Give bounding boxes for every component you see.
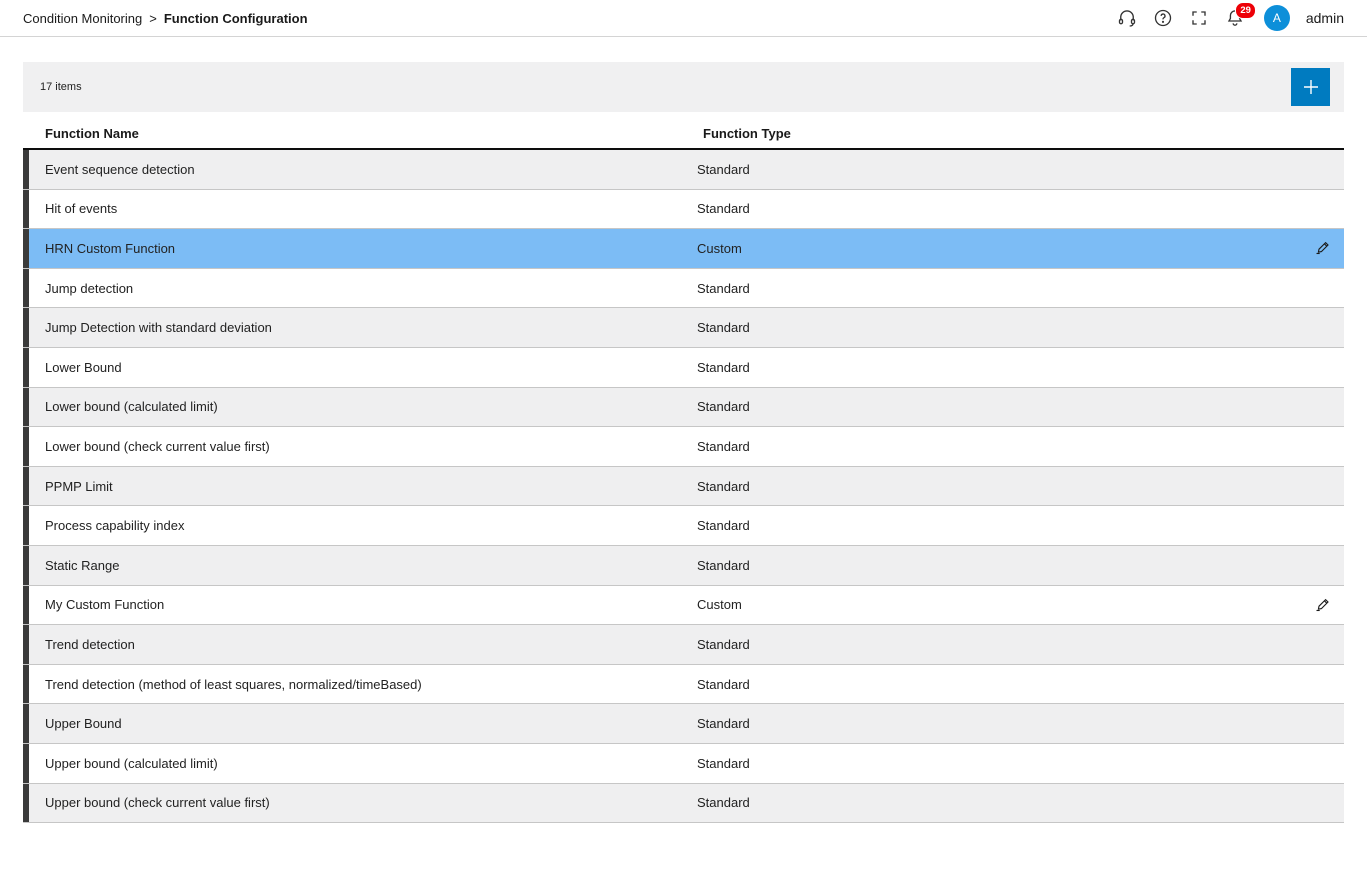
table-row[interactable]: Lower Bound Standard (23, 348, 1344, 388)
table-row[interactable]: Process capability index Standard (23, 506, 1344, 546)
headset-icon[interactable] (1116, 7, 1138, 29)
function-name-cell: Lower bound (check current value first) (23, 439, 697, 454)
function-name-cell: Lower bound (calculated limit) (23, 399, 697, 414)
function-name-cell: Lower Bound (23, 360, 697, 375)
table-row[interactable]: Jump Detection with standard deviation S… (23, 308, 1344, 348)
row-actions (1298, 161, 1344, 177)
function-name-cell: Trend detection (method of least squares… (23, 677, 697, 692)
row-actions (1298, 755, 1344, 771)
row-actions (1298, 636, 1344, 652)
table-row[interactable]: Upper bound (check current value first) … (23, 784, 1344, 824)
function-name-cell: Upper bound (calculated limit) (23, 756, 697, 771)
edit-pencil-icon[interactable] (1315, 240, 1331, 256)
column-header-function-name: Function Name (23, 126, 703, 141)
function-type-cell: Standard (697, 518, 1298, 533)
table-row[interactable]: Jump detection Standard (23, 269, 1344, 309)
list-toolbar: 17 items (23, 62, 1344, 112)
function-name-cell: Hit of events (23, 201, 697, 216)
top-bar: Condition Monitoring > Function Configur… (0, 0, 1367, 37)
row-actions (1298, 240, 1344, 256)
row-actions (1298, 201, 1344, 217)
edit-pencil-icon[interactable] (1315, 597, 1331, 613)
table-row[interactable]: HRN Custom Function Custom (23, 229, 1344, 269)
function-type-cell: Standard (697, 399, 1298, 414)
help-icon[interactable] (1152, 7, 1174, 29)
function-name-cell: Upper Bound (23, 716, 697, 731)
row-actions (1298, 716, 1344, 732)
function-type-cell: Standard (697, 162, 1298, 177)
table-header: Function Name Function Type (23, 119, 1344, 150)
table-row[interactable]: Static Range Standard (23, 546, 1344, 586)
table-row[interactable]: Trend detection (method of least squares… (23, 665, 1344, 705)
table-row[interactable]: Lower bound (calculated limit) Standard (23, 388, 1344, 428)
function-name-cell: Event sequence detection (23, 162, 697, 177)
table-row[interactable]: Lower bound (check current value first) … (23, 427, 1344, 467)
function-type-cell: Standard (697, 360, 1298, 375)
bell-icon[interactable]: 29 (1224, 7, 1246, 29)
breadcrumb: Condition Monitoring > Function Configur… (23, 11, 308, 26)
row-actions (1298, 320, 1344, 336)
table-row[interactable]: Hit of events Standard (23, 190, 1344, 230)
function-type-cell: Standard (697, 281, 1298, 296)
row-actions (1298, 478, 1344, 494)
table-row[interactable]: PPMP Limit Standard (23, 467, 1344, 507)
table-body: Event sequence detection Standard Hit of… (23, 150, 1344, 823)
items-count: 17 items (40, 81, 82, 93)
function-name-cell: Jump detection (23, 281, 697, 296)
row-actions (1298, 557, 1344, 573)
function-table: Function Name Function Type Event sequen… (23, 119, 1344, 823)
row-actions (1298, 518, 1344, 534)
plus-icon (1301, 77, 1321, 97)
avatar[interactable]: A (1264, 5, 1290, 31)
function-type-cell: Custom (697, 597, 1298, 612)
function-name-cell: Static Range (23, 558, 697, 573)
table-row[interactable]: Upper bound (calculated limit) Standard (23, 744, 1344, 784)
row-actions (1298, 597, 1344, 613)
username[interactable]: admin (1306, 10, 1344, 26)
row-actions (1298, 438, 1344, 454)
page-title: Function Configuration (164, 11, 308, 26)
row-actions (1298, 676, 1344, 692)
table-row[interactable]: Upper Bound Standard (23, 704, 1344, 744)
function-type-cell: Standard (697, 558, 1298, 573)
function-name-cell: Trend detection (23, 637, 697, 652)
function-name-cell: Jump Detection with standard deviation (23, 320, 697, 335)
function-type-cell: Standard (697, 677, 1298, 692)
function-type-cell: Standard (697, 637, 1298, 652)
table-row[interactable]: Trend detection Standard (23, 625, 1344, 665)
row-actions (1298, 359, 1344, 375)
row-actions (1298, 795, 1344, 811)
function-type-cell: Standard (697, 320, 1298, 335)
notification-badge: 29 (1235, 2, 1257, 19)
table-row[interactable]: My Custom Function Custom (23, 586, 1344, 626)
function-type-cell: Standard (697, 479, 1298, 494)
function-type-cell: Standard (697, 439, 1298, 454)
function-type-cell: Standard (697, 201, 1298, 216)
fullscreen-icon[interactable] (1188, 7, 1210, 29)
table-row[interactable]: Event sequence detection Standard (23, 150, 1344, 190)
row-actions (1298, 399, 1344, 415)
column-header-function-type: Function Type (703, 126, 1344, 141)
function-name-cell: PPMP Limit (23, 479, 697, 494)
topbar-actions: 29 A admin (1116, 5, 1344, 31)
function-type-cell: Custom (697, 241, 1298, 256)
breadcrumb-parent[interactable]: Condition Monitoring (23, 11, 142, 26)
function-type-cell: Standard (697, 795, 1298, 810)
function-type-cell: Standard (697, 756, 1298, 771)
function-name-cell: Process capability index (23, 518, 697, 533)
function-name-cell: Upper bound (check current value first) (23, 795, 697, 810)
breadcrumb-separator: > (149, 11, 157, 26)
function-name-cell: HRN Custom Function (23, 241, 697, 256)
add-function-button[interactable] (1291, 68, 1330, 106)
function-type-cell: Standard (697, 716, 1298, 731)
function-name-cell: My Custom Function (23, 597, 697, 612)
row-actions (1298, 280, 1344, 296)
